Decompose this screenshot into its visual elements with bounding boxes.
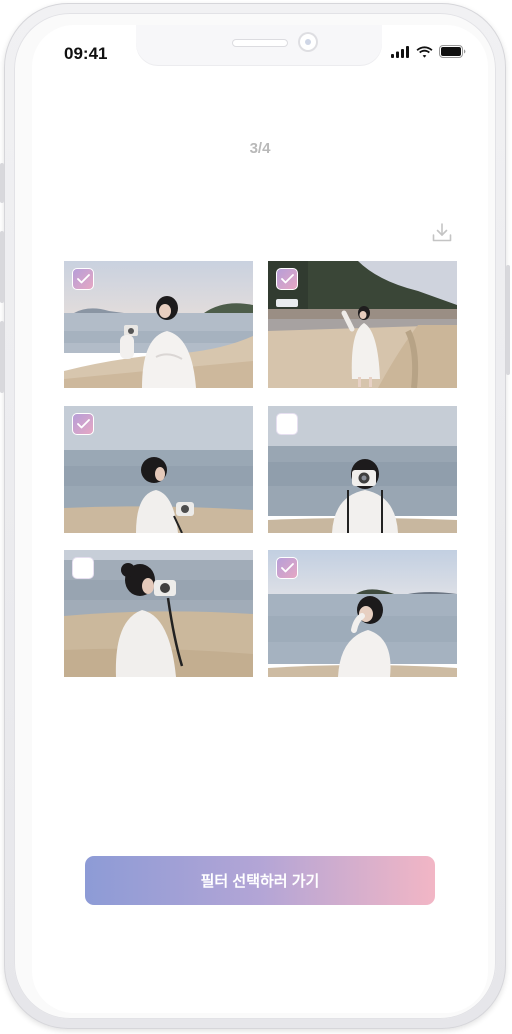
photo-tile[interactable] [64,550,253,677]
notch [136,25,382,65]
cellular-signal-icon [391,45,409,58]
speaker-grille [232,39,288,47]
checkmark-icon [280,563,294,573]
front-camera [298,32,318,52]
wifi-icon [416,45,433,58]
photo-tile[interactable] [64,261,253,388]
photo-tile[interactable] [268,550,457,677]
unselected-checkbox[interactable] [72,557,94,579]
photo-tile[interactable] [64,406,253,533]
checkmark-icon [76,419,90,429]
photo-tile[interactable] [268,261,457,388]
checkmark-icon [280,274,294,284]
phone-frame: 09:41 3/4 필터 선택하러 가기 [0,3,510,1029]
power-button [506,265,510,375]
volume-down-button [0,321,4,393]
go-to-filter-button[interactable]: 필터 선택하러 가기 [85,856,435,905]
volume-up-button [0,231,4,303]
page-counter: 3/4 [249,140,271,157]
photo-tile[interactable] [268,406,457,533]
selected-checkbox[interactable] [276,557,298,579]
status-time: 09:41 [64,44,108,63]
checkmark-icon [76,274,90,284]
selected-checkbox[interactable] [276,268,298,290]
selected-checkbox[interactable] [72,413,94,435]
status-icons [391,45,466,58]
download-button[interactable] [430,221,454,245]
selected-checkbox[interactable] [72,268,94,290]
battery-icon [439,45,466,58]
screen: 09:41 3/4 필터 선택하러 가기 [32,25,488,1013]
photo-grid [64,261,457,677]
download-icon [432,223,452,242]
unselected-checkbox[interactable] [276,413,298,435]
mute-switch [0,163,4,203]
